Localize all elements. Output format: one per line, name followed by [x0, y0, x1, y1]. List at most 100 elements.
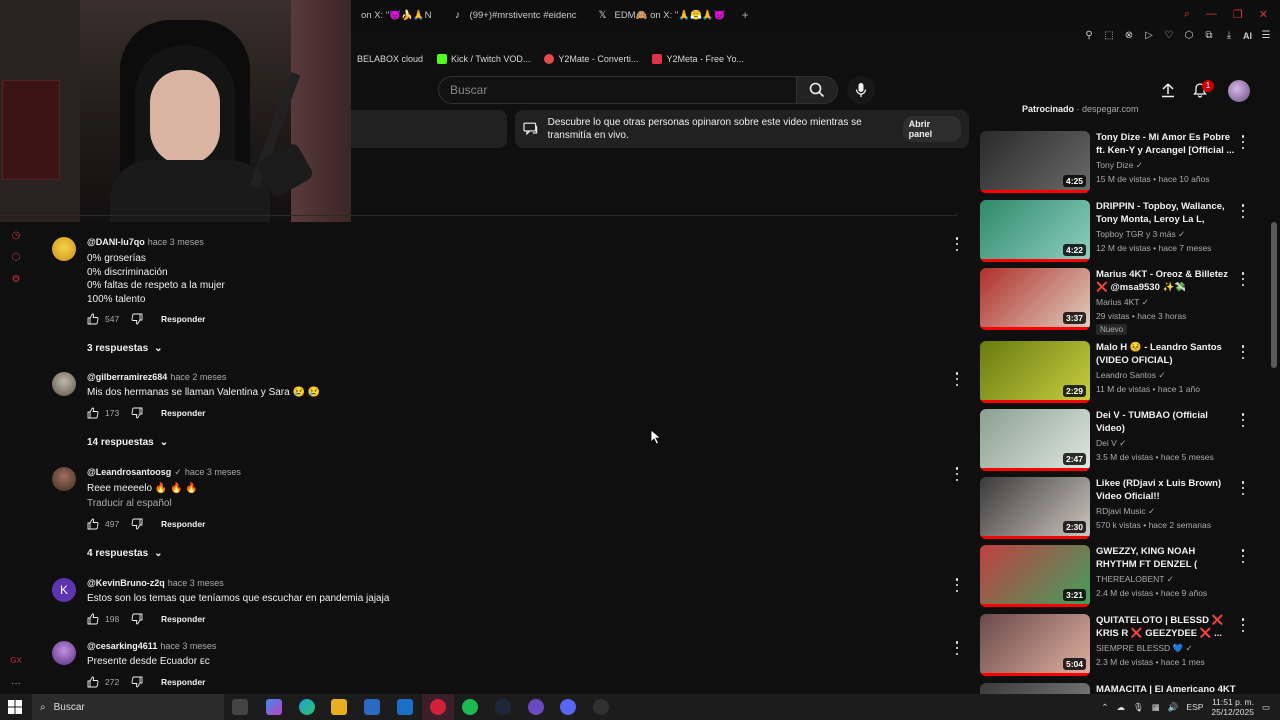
video-title[interactable]: Malo H 😣 - Leandro Santos (VIDEO OFICIAL… [1096, 341, 1236, 367]
video-title[interactable]: Likee (RDjavi x Luis Brown) Video Oficia… [1096, 477, 1236, 503]
comment-author[interactable]: @KevinBruno-z2q [87, 578, 165, 588]
obs-icon[interactable] [593, 699, 609, 715]
block-icon[interactable]: ⊗ [1123, 30, 1135, 41]
discord-icon[interactable] [560, 699, 576, 715]
video-menu-icon[interactable] [1240, 272, 1246, 286]
open-panel-button[interactable]: Abrir panel [902, 116, 961, 142]
thumbs-down-icon[interactable] [131, 313, 143, 325]
upload-button[interactable] [1158, 80, 1178, 100]
search-button[interactable] [796, 76, 838, 104]
video-thumbnail[interactable]: 4:25 [980, 131, 1090, 193]
comment-menu-icon[interactable] [954, 237, 960, 251]
comment-time[interactable]: hace 3 meses [168, 578, 224, 588]
video-title[interactable]: Dei V - TUMBAO (Official Video) [1096, 409, 1236, 435]
reply-button[interactable]: Responder [161, 614, 205, 624]
related-video-item[interactable]: 2:47 Dei V - TUMBAO (Official Video) Dei V… [980, 409, 1250, 473]
reply-button[interactable]: Responder [161, 408, 205, 418]
collections-icon[interactable]: ⧉ [1203, 30, 1215, 41]
video-thumbnail[interactable]: 3:37 [980, 268, 1090, 330]
video-menu-icon[interactable] [1240, 549, 1246, 563]
more-icon[interactable]: ··· [10, 678, 22, 690]
close-button[interactable]: ✕ [1259, 8, 1268, 21]
video-title[interactable]: GWEZZY, KING NOAH RHYTHM FT DENZEL ( OFF… [1096, 545, 1236, 571]
play-icon[interactable]: ▷ [1143, 30, 1155, 41]
clock[interactable]: 11:51 p. m. 25/12/2025 [1211, 697, 1254, 717]
extensions-icon[interactable]: ⬡ [1183, 30, 1195, 41]
language-indicator[interactable]: ESP [1186, 702, 1203, 712]
comment-menu-icon[interactable] [954, 372, 960, 386]
browser-tab-3[interactable]: 𝕏 EDM🙈 on X: "🙏😤🙏😈 [586, 0, 735, 30]
avatar[interactable] [52, 641, 76, 665]
reply-button[interactable]: Responder [161, 519, 205, 529]
download-icon[interactable]: ⤓ [1223, 30, 1235, 41]
store-icon[interactable] [364, 699, 380, 715]
translate-link[interactable]: Traducir al español [87, 498, 172, 509]
comment-time[interactable]: hace 3 meses [160, 641, 216, 651]
video-menu-icon[interactable] [1240, 345, 1246, 359]
outlook-icon[interactable] [397, 699, 413, 715]
bookmark-kick-twitch[interactable]: Kick / Twitch VOD... [437, 54, 530, 64]
video-thumbnail[interactable]: 5:04 [980, 614, 1090, 676]
microphone-icon[interactable]: 🎙 [1133, 702, 1144, 713]
related-video-item[interactable]: 3:37 Marius 4KT - Oreoz & Billetez ❌ @msa… [980, 268, 1250, 335]
bookmark-belabox[interactable]: BELABOX cloud [357, 54, 423, 64]
minimize-button[interactable]: — [1206, 8, 1217, 21]
browser-tab-1[interactable]: on X: "😈🍌🙏N [351, 0, 442, 30]
video-thumbnail[interactable]: 2:47 [980, 409, 1090, 471]
related-video-item[interactable]: 2:29 Malo H 😣 - Leandro Santos (VIDEO OFI… [980, 341, 1250, 405]
notification-center-icon[interactable]: ▭ [1262, 702, 1270, 713]
video-channel[interactable]: Tony Dize ✓ [1096, 160, 1236, 171]
thumbs-down-icon[interactable] [131, 676, 143, 688]
view-replies-button[interactable]: 3 respuestas ⌄ [87, 343, 163, 354]
account-avatar[interactable] [1228, 80, 1250, 102]
volume-icon[interactable]: 🔊 [1168, 702, 1179, 713]
comment-author[interactable]: @cesarking4611 [87, 641, 157, 651]
video-menu-icon[interactable] [1240, 481, 1246, 495]
avatar[interactable] [52, 467, 76, 491]
comment-author[interactable]: @DANI-lu7qo [87, 237, 145, 247]
thumbs-down-icon[interactable] [131, 613, 143, 625]
heart-icon[interactable]: ♡ [1163, 30, 1175, 41]
task-view-icon[interactable] [232, 699, 248, 715]
comment-menu-icon[interactable] [954, 578, 960, 592]
onedrive-icon[interactable]: ☁ [1116, 702, 1125, 713]
gx-icon[interactable]: GX [10, 656, 22, 668]
voice-search-button[interactable] [847, 76, 875, 104]
comment-time[interactable]: hace 3 meses [185, 467, 241, 477]
video-channel[interactable]: SIEMPRE BLESSD 💙 ✓ [1096, 643, 1236, 654]
network-icon[interactable]: ▦ [1152, 702, 1160, 713]
comment-menu-icon[interactable] [954, 467, 960, 481]
related-video-item[interactable]: 3:21 GWEZZY, KING NOAH RHYTHM FT DENZEL (… [980, 545, 1250, 609]
screenshot-icon[interactable]: ⬚ [1103, 30, 1115, 41]
copilot-icon[interactable] [266, 699, 282, 715]
comment-time[interactable]: hace 2 meses [170, 372, 226, 382]
comment-author[interactable]: @gilberramirez684 [87, 372, 167, 382]
thumbs-up-icon[interactable] [87, 676, 99, 688]
video-channel[interactable]: Topboy TGR y 3 más ✓ [1096, 229, 1236, 240]
video-thumbnail[interactable]: 4:22 [980, 200, 1090, 262]
steam-icon[interactable] [495, 699, 511, 715]
avatar[interactable]: K [52, 578, 76, 602]
view-replies-button[interactable]: 4 respuestas ⌄ [87, 548, 163, 559]
comment-author[interactable]: @Leandrosantoosg [87, 467, 171, 477]
thumbs-up-icon[interactable] [87, 407, 99, 419]
maximize-button[interactable]: ❐ [1233, 8, 1243, 21]
thumbs-down-icon[interactable] [131, 518, 143, 530]
taskbar-search[interactable]: ⌕ Buscar [32, 694, 224, 720]
thumbs-up-icon[interactable] [87, 313, 99, 325]
windows-start-icon[interactable] [8, 700, 22, 714]
new-tab-button[interactable]: + [736, 8, 755, 22]
related-video-item[interactable]: 4:22 DRIPPIN - Topboy, Wallance, Tony Mon… [980, 200, 1250, 264]
video-title[interactable]: DRIPPIN - Topboy, Wallance, Tony Monta, … [1096, 200, 1236, 226]
related-video-item[interactable]: 5:04 QUITATELOTO | BLESSD ❌ KRIS R ❌ GEEZ… [980, 614, 1250, 678]
thumbs-up-icon[interactable] [87, 518, 99, 530]
opera-gx-icon[interactable] [430, 699, 446, 715]
video-title[interactable]: Tony Dize - Mi Amor Es Pobre ft. Ken-Y y… [1096, 131, 1236, 157]
spotify-icon[interactable] [462, 699, 478, 715]
avatar[interactable] [52, 237, 76, 261]
search-input[interactable]: Buscar [438, 76, 796, 104]
edge-icon[interactable] [299, 699, 315, 715]
sponsored-item[interactable]: Patrocinado · despegar.com [980, 100, 1248, 120]
history-icon[interactable]: ◷ [10, 230, 22, 242]
video-title[interactable]: QUITATELOTO | BLESSD ❌ KRIS R ❌ GEEZYDEE… [1096, 614, 1236, 640]
